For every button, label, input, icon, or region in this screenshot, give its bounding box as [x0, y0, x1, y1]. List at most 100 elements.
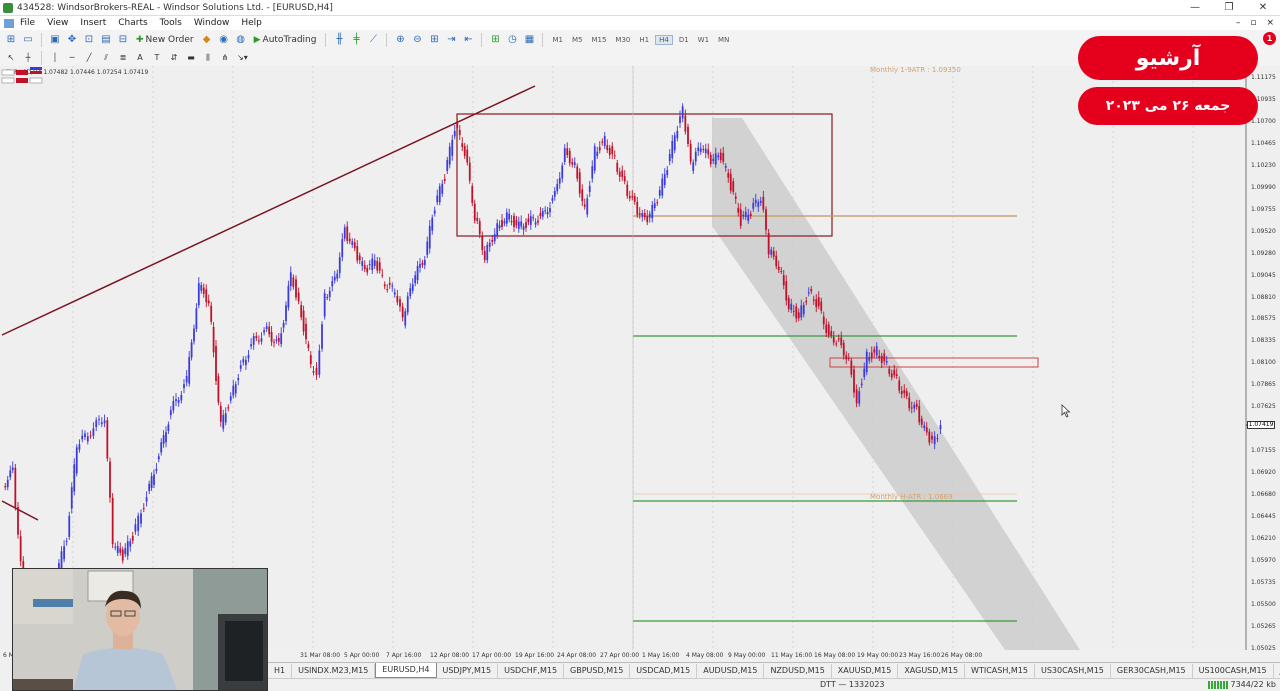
chart-tab[interactable]: WTICASH,M15	[965, 663, 1035, 678]
chart-tab[interactable]: USDCHF,M15	[498, 663, 565, 678]
candle-body	[86, 436, 89, 442]
candlestick-icon[interactable]: ╪	[349, 33, 363, 47]
crosshair-icon[interactable]: ┼	[21, 51, 35, 65]
metaeditor-icon[interactable]: ◆	[200, 33, 214, 47]
candle-body	[908, 397, 911, 409]
candle-body	[491, 239, 494, 242]
chart-shift-icon[interactable]: ⇤	[461, 33, 475, 47]
trendline-icon[interactable]: ╱	[82, 51, 96, 65]
menu-file[interactable]: File	[20, 18, 35, 28]
horizontal-line-icon[interactable]: ─	[65, 51, 79, 65]
candle-body	[920, 418, 923, 425]
candle-body	[601, 141, 604, 143]
minimize-icon[interactable]: —	[1178, 0, 1212, 16]
cursor-icon[interactable]: ↖	[4, 51, 18, 65]
templates-icon[interactable]: ▦	[522, 33, 536, 47]
candle-body	[153, 474, 155, 485]
candle-body	[366, 267, 369, 273]
channel-icon[interactable]: ⫽	[99, 51, 113, 65]
chart-tab[interactable]: USDCAD,M15	[630, 663, 698, 678]
tf-d1[interactable]: D1	[676, 36, 692, 44]
text-tool-icon[interactable]: A	[133, 51, 147, 65]
indicators-icon[interactable]: ⊞	[488, 33, 502, 47]
bar-chart-icon[interactable]: ╫	[332, 33, 346, 47]
tf-m1[interactable]: M1	[549, 36, 566, 44]
chart-tab[interactable]: AUDUSD,M15	[697, 663, 765, 678]
archive-badge: آرشیو	[1078, 36, 1258, 80]
color-legend-icon	[1, 67, 43, 84]
tf-m5[interactable]: M5	[569, 36, 586, 44]
fibonacci-icon[interactable]: ≣	[116, 51, 130, 65]
close-icon[interactable]: ✕	[1246, 0, 1280, 16]
terminal-icon[interactable]: ▤	[99, 33, 113, 47]
menu-window[interactable]: Window	[194, 18, 230, 28]
chart-tab[interactable]: US100CASH,M15	[1193, 663, 1274, 678]
pitchfork-icon[interactable]: ⋔	[218, 51, 232, 65]
menu-insert[interactable]: Insert	[80, 18, 106, 28]
periods-icon[interactable]: ◷	[505, 33, 519, 47]
candle-body	[17, 506, 19, 535]
candle-body	[855, 389, 858, 404]
menu-view[interactable]: View	[47, 18, 68, 28]
market-watch-icon[interactable]: ▣	[48, 33, 62, 47]
label-tool-icon[interactable]: T	[150, 51, 164, 65]
mdi-minimize-icon[interactable]: –	[1236, 16, 1241, 30]
candle-body	[628, 195, 631, 199]
new-order-button[interactable]: ✚ New Order	[133, 33, 197, 47]
zoom-out-icon[interactable]: ⊖	[410, 33, 424, 47]
shapes-icon[interactable]: ↘▾	[235, 51, 250, 65]
tf-w1[interactable]: W1	[695, 36, 712, 44]
autoscroll-icon[interactable]: ⇥	[444, 33, 458, 47]
market-icon[interactable]: ◍	[234, 33, 248, 47]
data-window-icon[interactable]: ⊡	[82, 33, 96, 47]
candle-body	[689, 143, 692, 162]
auto-trading-button[interactable]: ▶ AutoTrading	[251, 33, 320, 47]
profiles-icon[interactable]: ▭	[21, 33, 35, 47]
notification-badge[interactable]: 1	[1263, 32, 1276, 45]
candle-body	[767, 233, 770, 255]
menu-tools[interactable]: Tools	[160, 18, 182, 28]
chart-tab[interactable]: NZDUSD,M15	[764, 663, 832, 678]
price-tick-label: 1.06210	[1251, 535, 1276, 542]
rectangle-icon[interactable]: ▬	[184, 51, 198, 65]
new-chart-icon[interactable]: ⊞	[4, 33, 18, 47]
candle-body	[561, 165, 564, 179]
candle-body	[443, 179, 446, 181]
chart-tab[interactable]: GER30CASH,M15	[1111, 663, 1193, 678]
arrows-icon[interactable]: ⇵	[167, 51, 181, 65]
maximize-icon[interactable]: ❐	[1212, 0, 1246, 16]
tester-icon[interactable]: ⊟	[116, 33, 130, 47]
chart-tab[interactable]: H1	[268, 663, 293, 678]
navigator-icon[interactable]: ✥	[65, 33, 79, 47]
tf-m30[interactable]: M30	[612, 36, 633, 44]
chart-tab[interactable]: USINDX.M23,M15	[292, 663, 376, 678]
chart-tab[interactable]: JP225,M23,M	[1274, 664, 1280, 678]
price-chart[interactable]: EURUSD,H4 1.07482 1.07446 1.07254 1.0741…	[0, 66, 1280, 659]
tile-windows-icon[interactable]: ⊞	[427, 33, 441, 47]
cycle-lines-icon[interactable]: ⫼	[201, 51, 215, 65]
mdi-restore-icon[interactable]: ▫	[1250, 16, 1256, 30]
signals-icon[interactable]: ◉	[217, 33, 231, 47]
chart-tab[interactable]: XAUUSD,M15	[832, 663, 899, 678]
zoom-in-icon[interactable]: ⊕	[393, 33, 407, 47]
candle-body	[931, 435, 933, 440]
menu-charts[interactable]: Charts	[118, 18, 147, 28]
candle-body	[302, 310, 305, 332]
candle-body	[775, 255, 778, 267]
candle-body	[4, 486, 7, 488]
line-chart-icon[interactable]: ⟋	[366, 33, 380, 47]
tf-mn[interactable]: MN	[715, 36, 732, 44]
chart-tab[interactable]: EURUSD,H4	[375, 663, 437, 678]
tf-h1[interactable]: H1	[636, 36, 652, 44]
candle-body	[486, 244, 489, 261]
tf-m15[interactable]: M15	[588, 36, 609, 44]
chart-tab[interactable]: XAGUSD,M15	[898, 663, 966, 678]
chart-tab[interactable]: US30CASH,M15	[1035, 663, 1111, 678]
candle-body	[787, 298, 790, 310]
menu-help[interactable]: Help	[241, 18, 262, 28]
tf-h4[interactable]: H4	[655, 34, 673, 45]
vertical-line-icon[interactable]: │	[48, 51, 62, 65]
mdi-close-icon[interactable]: ×	[1266, 16, 1274, 30]
chart-tab[interactable]: GBPUSD,M15	[564, 663, 631, 678]
chart-tab[interactable]: USDJPY,M15	[437, 663, 499, 678]
